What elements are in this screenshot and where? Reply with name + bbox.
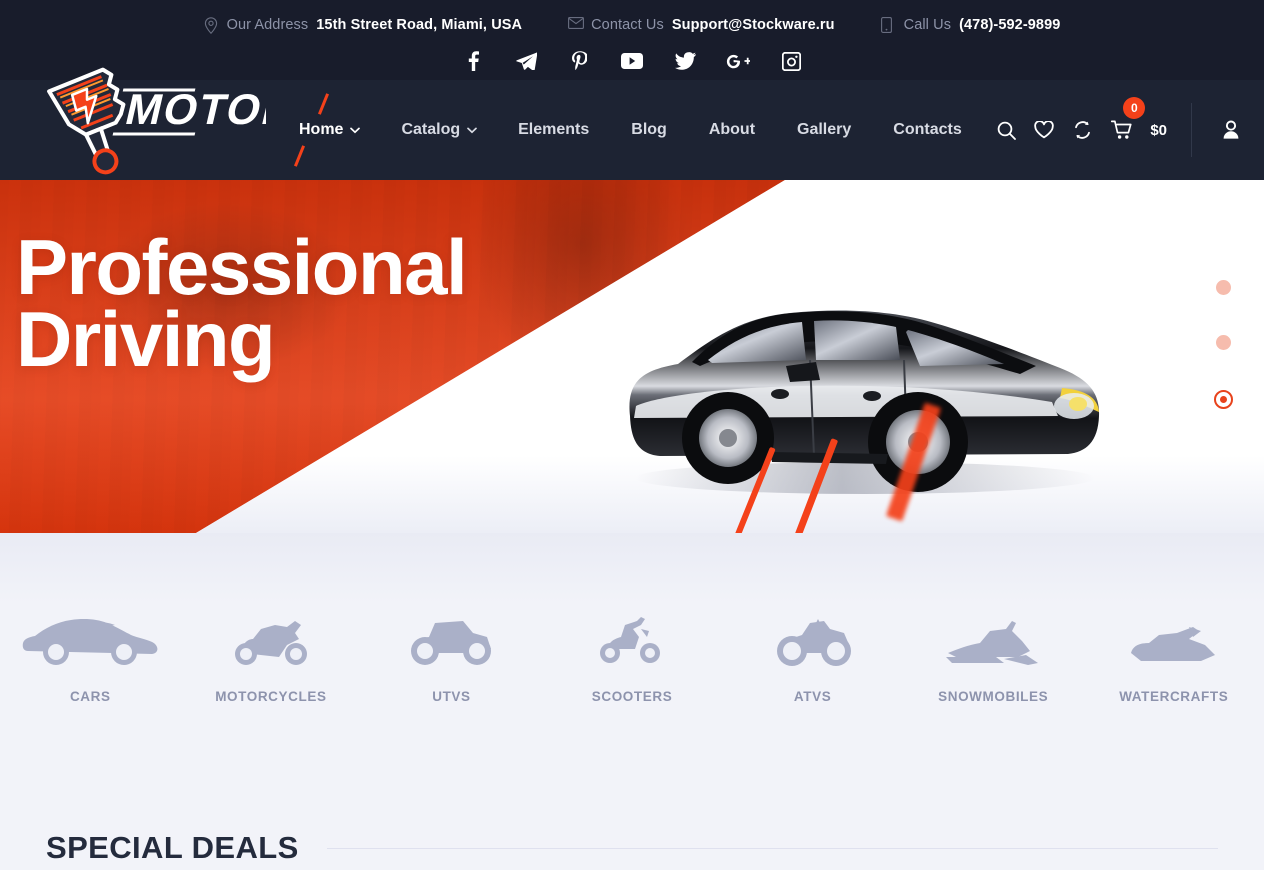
utv-icon: [405, 611, 497, 667]
category-utvs[interactable]: UTVS: [361, 611, 542, 704]
category-label: WATERCRAFTS: [1119, 689, 1229, 704]
category-label: SCOOTERS: [591, 689, 673, 704]
nav-label: Blog: [631, 121, 667, 138]
hero-slider-dots: [1214, 280, 1233, 409]
top-bar-info-row: Our Address 15th Street Road, Miami, USA…: [0, 0, 1264, 46]
address-info: Our Address 15th Street Road, Miami, USA: [204, 16, 523, 34]
special-deals-section: SPECIAL DEALS 7 ITEMS: [0, 788, 1264, 870]
mobile-phone-icon: [880, 16, 896, 34]
nav-item-catalog[interactable]: Catalog: [380, 121, 497, 139]
chevron-down-icon: [467, 127, 477, 134]
youtube-icon[interactable]: [618, 49, 646, 73]
snowmobile-icon: [942, 611, 1044, 667]
nav-item-blog[interactable]: Blog: [610, 121, 688, 139]
heading-divider: [326, 847, 1218, 849]
site-header: MOTOR Home Catalog Elements Blog About G…: [0, 67, 1264, 180]
slider-dot-1[interactable]: [1216, 280, 1231, 295]
address-label: Our Address: [226, 17, 309, 33]
car-icon: [20, 611, 160, 667]
special-deals-header: SPECIAL DEALS: [46, 830, 1218, 866]
category-label: ATVS: [793, 689, 832, 704]
contact-email[interactable]: Support@Stockware.ru: [672, 17, 835, 33]
active-slash-bottom: [293, 145, 306, 167]
phone-label: Call Us: [903, 17, 952, 33]
location-pin-icon: [204, 16, 219, 34]
category-snowmobiles[interactable]: SNOWMOBILES: [903, 611, 1084, 704]
cart-button[interactable]: 0 $0: [1103, 97, 1167, 150]
instagram-icon[interactable]: [777, 49, 805, 73]
nav-item-home[interactable]: Home: [278, 93, 380, 167]
motorcycle-icon: [229, 611, 313, 667]
atv-icon: [772, 611, 854, 667]
nav-label: Gallery: [797, 121, 852, 138]
category-motorcycles[interactable]: MOTORCYCLES: [181, 611, 362, 704]
hero-title: Professional Driving: [16, 223, 468, 383]
nav-item-contacts[interactable]: Contacts: [872, 121, 982, 139]
chevron-down-icon: [350, 127, 361, 134]
google-plus-icon[interactable]: [724, 49, 752, 73]
header-tools: 0 $0: [987, 80, 1264, 180]
hero-title-line1: Professional: [16, 223, 468, 311]
page-title: SPECIAL DEALS: [46, 830, 299, 865]
watercraft-icon: [1127, 611, 1221, 667]
cart-total: $0: [1150, 121, 1167, 139]
category-cars[interactable]: CARS: [0, 611, 181, 704]
hero-title-line2: Driving: [16, 294, 276, 383]
facebook-icon[interactable]: [459, 49, 487, 73]
nav-item-about[interactable]: About: [688, 121, 776, 139]
active-slash-top: [317, 93, 330, 115]
search-icon[interactable]: [987, 110, 1025, 150]
compare-icon[interactable]: [1063, 110, 1101, 150]
nav-item-elements[interactable]: Elements: [497, 121, 610, 139]
cart-count-badge: 0: [1123, 97, 1146, 119]
twitter-icon[interactable]: [671, 49, 699, 73]
nav-label: About: [708, 121, 756, 138]
main-navigation: Home Catalog Elements Blog About Gallery…: [278, 93, 983, 167]
contact-info: Contact Us Support@Stockware.ru: [568, 16, 835, 34]
category-label: UTVS: [432, 689, 471, 704]
category-strip: CARS MOTORCYCLES UTVS SCOOTERS ATVS SNOW…: [0, 533, 1264, 788]
phone-info: Call Us (478)-592-9899: [880, 16, 1061, 34]
category-label: MOTORCYCLES: [215, 689, 327, 704]
nav-label: Contacts: [893, 121, 962, 138]
contact-label: Contact Us: [591, 17, 664, 33]
hero-slider: Professional Driving: [0, 180, 1264, 533]
heart-icon[interactable]: [1025, 110, 1063, 150]
category-atvs[interactable]: ATVS: [722, 611, 903, 704]
hero-car-image: [600, 220, 1120, 525]
slider-dot-3-active[interactable]: [1214, 390, 1233, 409]
nav-label: Elements: [518, 121, 590, 138]
nav-item-gallery[interactable]: Gallery: [776, 121, 872, 139]
envelope-icon: [568, 16, 585, 34]
logo-wordmark: MOTOR: [121, 86, 266, 133]
category-label: SNOWMOBILES: [938, 689, 1049, 704]
phone-number[interactable]: (478)-592-9899: [959, 17, 1060, 33]
tools-divider: [1191, 103, 1192, 157]
category-watercrafts[interactable]: WATERCRAFTS: [1083, 611, 1264, 704]
logo[interactable]: MOTOR: [26, 60, 266, 180]
category-scooters[interactable]: SCOOTERS: [542, 611, 723, 704]
nav-label: Catalog: [401, 121, 461, 138]
address-value: 15th Street Road, Miami, USA: [316, 17, 523, 33]
pinterest-icon[interactable]: [565, 49, 593, 73]
slider-dot-2[interactable]: [1216, 335, 1231, 350]
telegram-icon[interactable]: [512, 49, 540, 73]
nav-label: Home: [299, 121, 344, 138]
scooter-icon: [597, 611, 667, 667]
user-icon[interactable]: [1212, 110, 1250, 150]
category-label: CARS: [69, 689, 111, 704]
